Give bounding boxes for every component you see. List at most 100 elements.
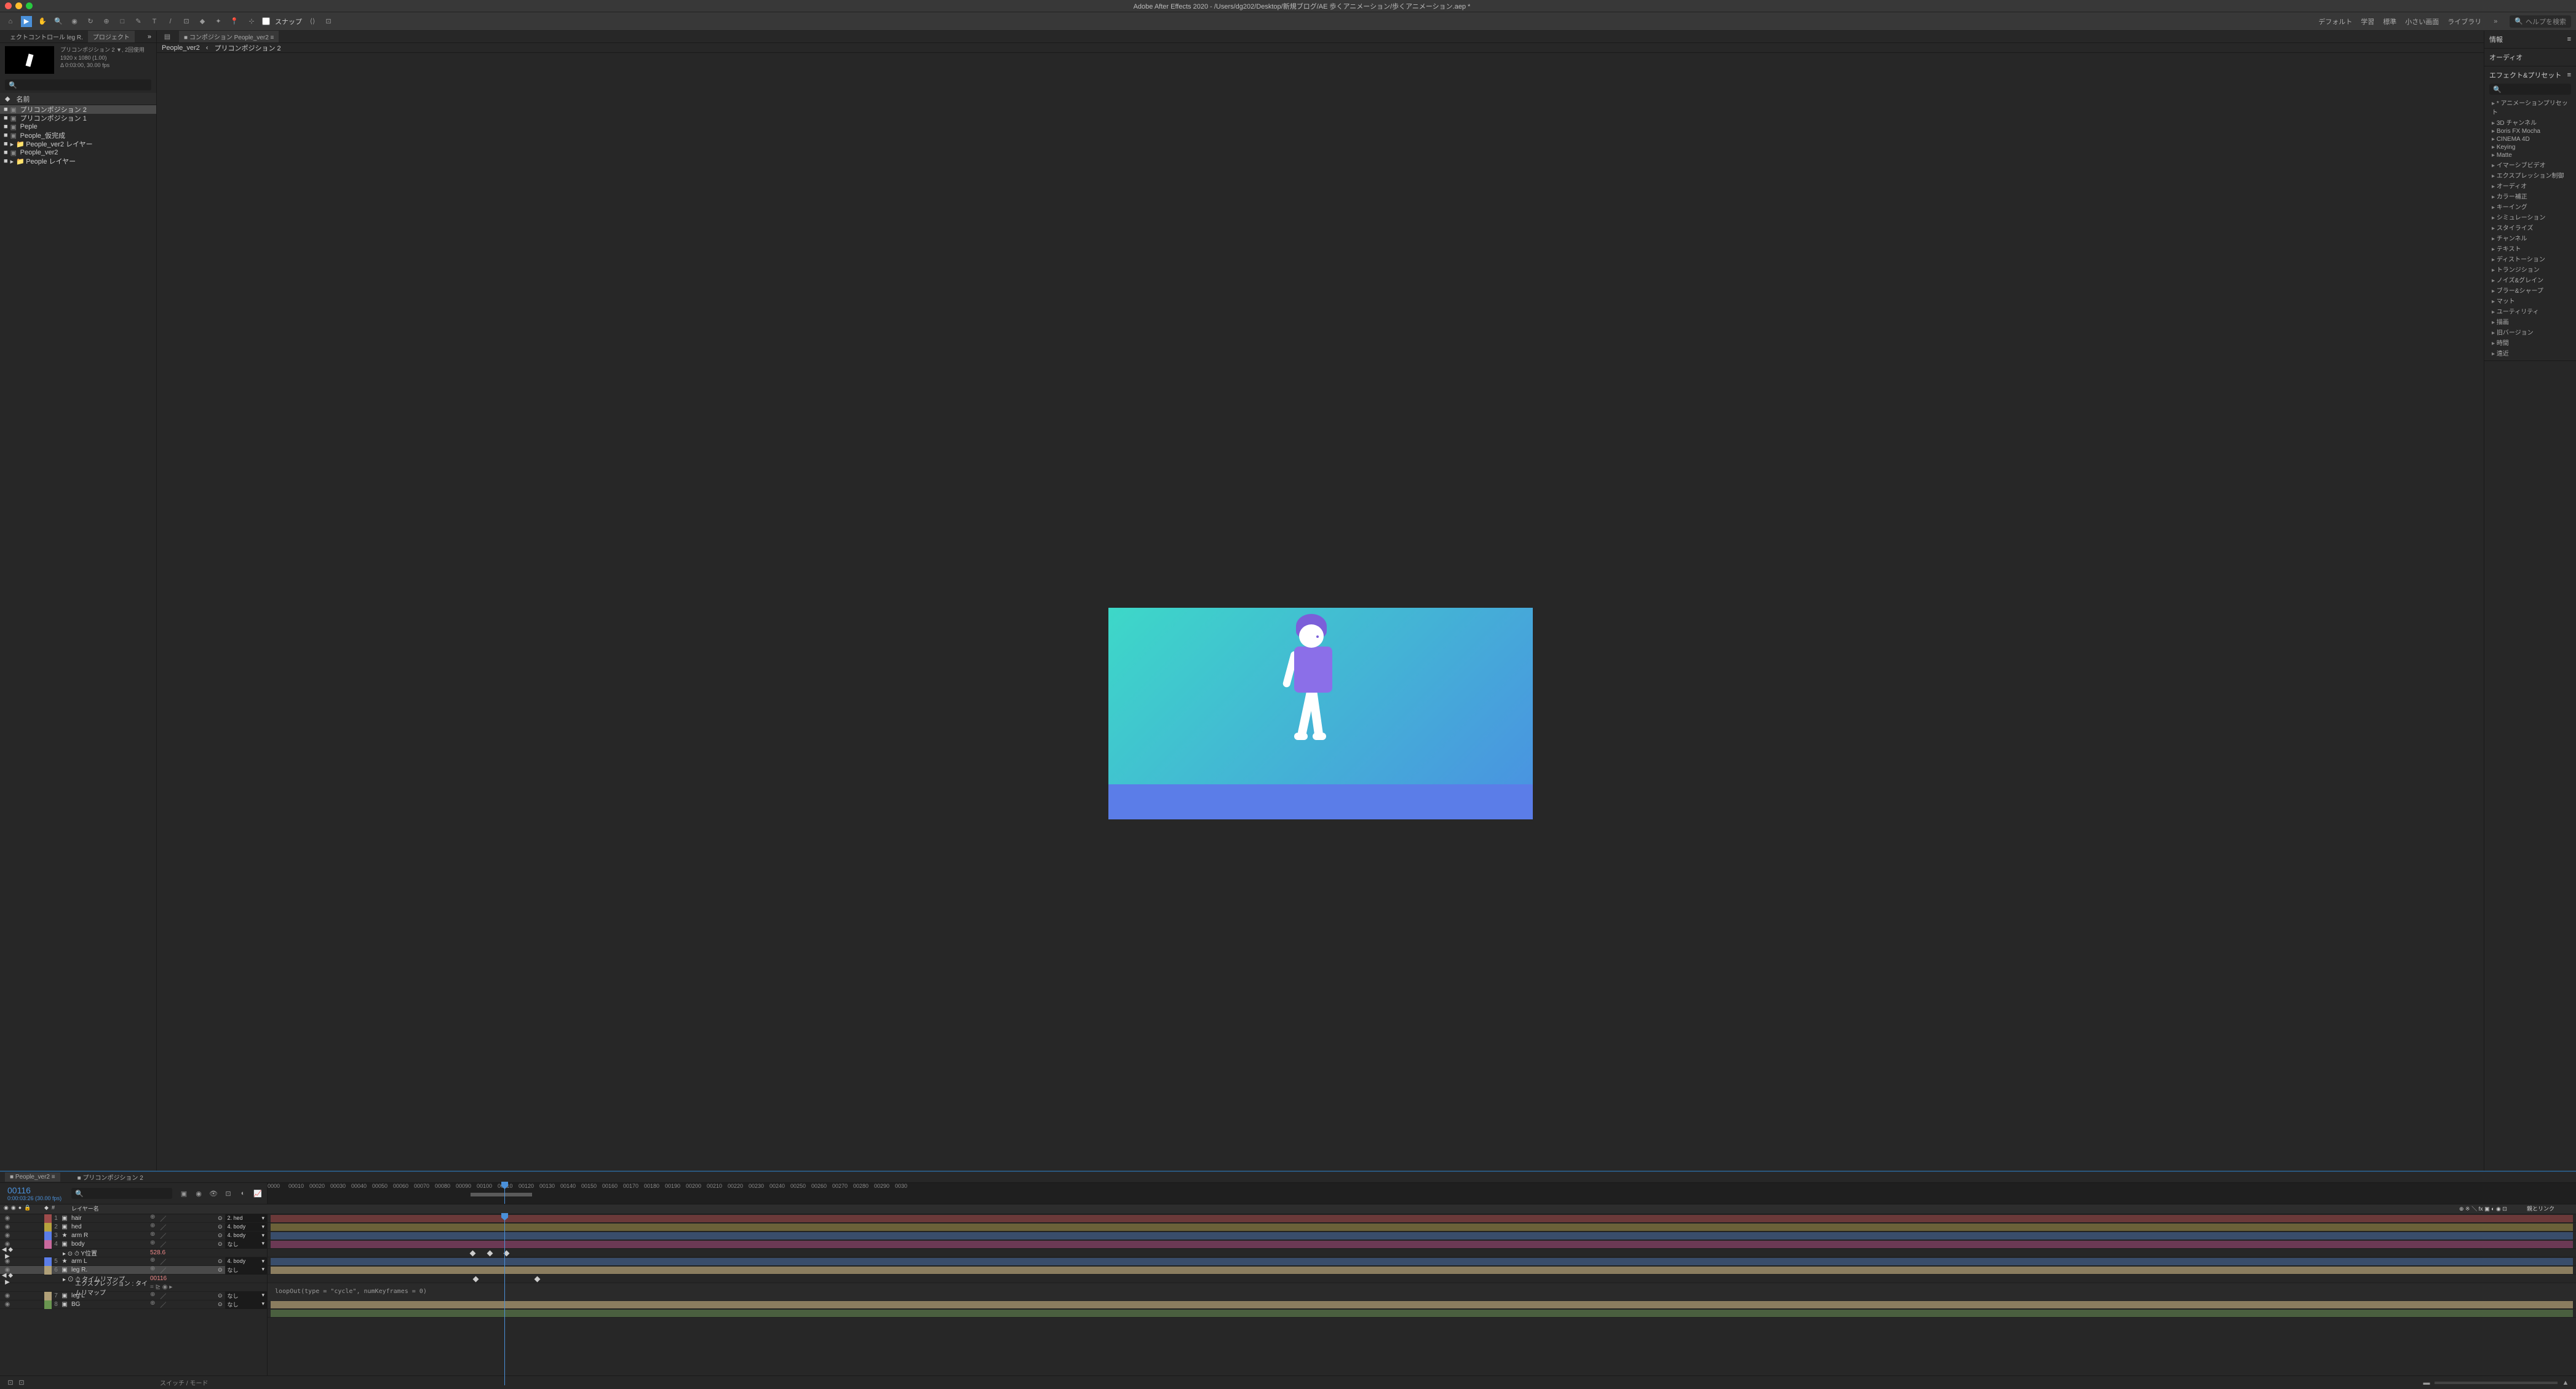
preset-category[interactable]: ノイズ&グレイン [2489,274,2571,285]
panel-menu-icon[interactable]: ≡ [2567,71,2571,79]
name-column[interactable]: 名前 [16,94,30,104]
preset-category[interactable]: シミュレーション [2489,212,2571,222]
close-button[interactable] [5,2,12,9]
track-row[interactable] [268,1240,2576,1249]
timeline-tab[interactable]: ■ プリコンポジション 2 [73,1171,148,1183]
preset-category[interactable]: テキスト [2489,243,2571,253]
preset-category[interactable]: トランジション [2489,264,2571,274]
layer-row[interactable]: ◉5★arm L⊕／⊙4. body▾ [0,1257,267,1266]
preset-category[interactable]: 遠近 [2489,348,2571,358]
preset-category[interactable]: チャンネル [2489,233,2571,243]
project-item[interactable]: ■▣People_仮完成 [0,131,156,140]
snap-checkbox[interactable] [262,17,270,25]
track-row[interactable] [268,1300,2576,1309]
preset-category[interactable]: ブラー&シャープ [2489,285,2571,295]
effect-controls-tab[interactable]: ェクトコントロール leg R. [5,31,88,42]
brush-tool[interactable]: / [165,16,176,27]
comp-mini-icon[interactable]: ▣ [178,1188,189,1199]
effects-panel-label[interactable]: エフェクト&プリセット [2489,70,2561,80]
track-row[interactable] [268,1232,2576,1240]
minimize-button[interactable] [15,2,22,9]
zoom-tool[interactable]: 🔍 [53,16,64,27]
graph-icon[interactable]: 📈 [252,1188,263,1199]
toggle-switches-icon[interactable]: ⊡ [5,1377,16,1388]
rotate-tool[interactable]: ↻ [85,16,96,27]
track-row[interactable] [268,1275,2576,1283]
snap-toggle-icon[interactable]: ⊡ [323,16,334,27]
track-area[interactable]: loopOut(type = "cycle", numKeyframes = 0… [268,1214,2576,1385]
preset-category[interactable]: カラー補正 [2489,191,2571,201]
comp-tab[interactable]: ■ コンポジション People_ver2 ≡ [179,31,279,42]
draft3d-icon[interactable]: ◉ [193,1188,204,1199]
workspace-learn[interactable]: 学習 [2361,17,2374,26]
preset-category[interactable]: 描画 [2489,316,2571,327]
text-tool[interactable]: T [149,16,160,27]
workspace-default[interactable]: デフォルト [2318,17,2352,26]
preset-category[interactable]: CINEMA 4D [2489,135,2571,143]
panel-menu-icon[interactable]: ≡ [2567,36,2571,43]
preset-category[interactable]: Boris FX Mocha [2489,127,2571,135]
info-panel-label[interactable]: 情報 [2489,34,2503,44]
track-row[interactable] [268,1214,2576,1223]
timeline-ruler[interactable]: 0000000100002000030000400005000060000700… [268,1183,2576,1204]
preset-category[interactable]: エクスプレッション制御 [2489,170,2571,180]
maximize-button[interactable] [26,2,33,9]
project-search[interactable]: 🔍 [5,79,151,90]
home-icon[interactable]: ⌂ [5,16,16,27]
preset-category[interactable]: 旧バージョン [2489,327,2571,337]
track-row[interactable] [268,1223,2576,1232]
local-axis-icon[interactable]: ⊹ [246,16,257,27]
project-item[interactable]: ■▣People_ver2 [0,148,156,157]
layer-row[interactable]: ◀ ◆ ▶▸ ⊙ ⏱ Y位置528.6 [0,1249,267,1257]
preset-category[interactable]: 時間 [2489,337,2571,348]
layer-row[interactable]: ◉2▣hed⊕／⊙4. body▾ [0,1223,267,1232]
timeline-search[interactable]: 🔍 [71,1188,172,1199]
layer-row[interactable]: ◉1▣hair⊕／⊙2. hed▾ [0,1214,267,1223]
orbit-tool[interactable]: ◉ [69,16,80,27]
preset-category[interactable]: ディストーション [2489,253,2571,264]
workspace-standard[interactable]: 標準 [2383,17,2396,26]
preset-category[interactable]: * アニメーションプリセット [2489,97,2571,117]
breadcrumb-item[interactable]: プリコンポジション 2 [214,43,280,53]
panel-menu-icon[interactable]: » [148,33,151,41]
selection-tool[interactable]: ▶ [21,16,32,27]
breadcrumb-item[interactable]: People_ver2 [162,44,200,52]
project-item[interactable]: ■▣プリコンポジション 1 [0,114,156,122]
clone-tool[interactable]: ⊡ [181,16,192,27]
puppet-tool[interactable]: 📍 [229,16,240,27]
layer-row[interactable]: ◉4▣body⊕／⊙なし▾ [0,1240,267,1249]
preset-category[interactable]: キーイング [2489,201,2571,212]
track-row[interactable] [268,1266,2576,1275]
preset-category[interactable]: ユーティリティ [2489,306,2571,316]
eraser-tool[interactable]: ◆ [197,16,208,27]
project-tab[interactable]: プロジェクト [88,31,135,42]
project-item[interactable]: ■▣プリコンポジション 2 [0,105,156,114]
track-row[interactable] [268,1257,2576,1266]
preset-category[interactable]: オーディオ [2489,180,2571,191]
label-icon[interactable]: ◆ [5,95,10,103]
track-row[interactable]: loopOut(type = "cycle", numKeyframes = 0… [268,1283,2576,1300]
preset-category[interactable]: 3D チャンネル [2489,117,2571,127]
zoom-slider[interactable] [2435,1382,2558,1384]
motion-blur-icon[interactable]: ◐ [237,1188,248,1199]
snap-option-icon[interactable]: ⟨⟩ [307,16,318,27]
workspace-overflow-icon[interactable]: » [2490,16,2501,27]
preset-category[interactable]: イマーシブビデオ [2489,159,2571,170]
anchor-tool[interactable]: ⊕ [101,16,112,27]
workspace-library[interactable]: ライブラリ [2447,17,2481,26]
project-item[interactable]: ■▣Peple [0,122,156,131]
layer-row[interactable]: ◉6▣leg R.⊕／⊙なし▾ [0,1266,267,1275]
switch-mode-button[interactable]: スイッチ / モード [160,1378,208,1387]
layer-row[interactable]: ◉7▣leg L⊕／⊙なし▾ [0,1292,267,1300]
playhead-line[interactable] [504,1214,505,1385]
project-item[interactable]: ■▸📁People レイヤー [0,157,156,165]
timeline-tab[interactable]: ■ People_ver2 ≡ [5,1172,60,1182]
shy-icon[interactable]: 👁 [208,1188,219,1199]
preset-category[interactable]: Keying [2489,143,2571,151]
audio-panel-label[interactable]: オーディオ [2489,52,2522,62]
preset-category[interactable]: マット [2489,295,2571,306]
preset-category[interactable]: Matte [2489,151,2571,159]
project-item[interactable]: ■▸📁People_ver2 レイヤー [0,140,156,148]
playhead[interactable] [504,1183,505,1204]
shape-tool[interactable]: □ [117,16,128,27]
